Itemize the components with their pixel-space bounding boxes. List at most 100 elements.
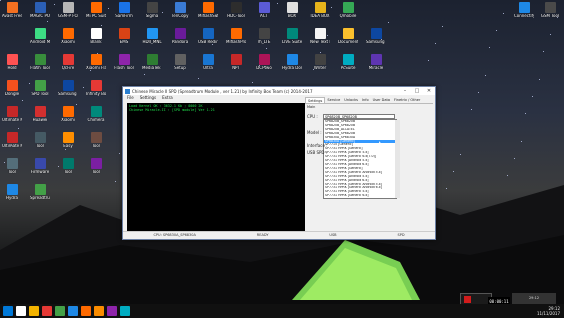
desktop-icon[interactable]: Documents: [338, 28, 358, 54]
desktop-icon[interactable]: PcSuite: [338, 54, 358, 80]
subtab-main[interactable]: Main: [307, 105, 433, 109]
system-tray-clock[interactable]: 29:12 11/11/2017: [537, 306, 564, 316]
desktop-icon[interactable]: Samsung Tool: [366, 28, 386, 54]
cpu-option[interactable]: SP7731 HPRK [Generic 6.x]: [324, 194, 396, 198]
desktop-icon[interactable]: Avast Free Antivirus: [2, 2, 22, 28]
desktop-icon[interactable]: Xiaomi Flash: [86, 54, 106, 80]
desktop-icon[interactable]: MiflashPro: [226, 28, 246, 54]
desktop-icon[interactable]: NPT: [226, 54, 246, 80]
desktop-icon[interactable]: MediaTek SP: [142, 54, 162, 80]
interface-label: Interface :: [307, 143, 328, 148]
desktop-icon[interactable]: HDII_MNL: [142, 28, 162, 54]
desktop-icon-label: HDC-Tool: [227, 14, 245, 18]
desktop-icon[interactable]: Pandora: [170, 28, 190, 54]
desktop-icon[interactable]: Miracle: [366, 54, 386, 80]
taskbar-app-button[interactable]: [107, 306, 117, 316]
desktop-icon[interactable]: Huawei: [30, 106, 50, 132]
desktop-icon[interactable]: Samsung Tool: [58, 80, 78, 106]
tab-unlocks[interactable]: Unlocks: [342, 97, 360, 103]
desktop-icon[interactable]: Hydra: [2, 184, 22, 210]
desktop-icon[interactable]: Xiaomi: [58, 106, 78, 132]
desktop-icon[interactable]: Tool: [58, 158, 78, 184]
desktop-icon[interactable]: MAGIC POK: [30, 2, 50, 28]
desktop-icon-label: Mi PC Suite: [86, 14, 106, 18]
close-button[interactable]: ✕: [423, 87, 435, 95]
app-icon: [62, 28, 74, 39]
desktop-icon[interactable]: Blank: [86, 28, 106, 54]
desktop-icon[interactable]: Mi PC Suite: [86, 2, 106, 28]
desktop-icon[interactable]: Setup: [170, 54, 190, 80]
dropdown-scrollbar[interactable]: [395, 120, 400, 199]
desktop-icon[interactable]: Infinity Box: [86, 80, 106, 106]
desktop-icon[interactable]: Tool: [86, 158, 106, 184]
desktop-icon[interactable]: Easy: [58, 132, 78, 158]
desktop-icon[interactable]: Ultimate Multi Tool: [2, 132, 22, 158]
minimize-button[interactable]: –: [399, 87, 411, 95]
desktop-icon[interactable]: SPD Tool: [30, 80, 50, 106]
record-stop-icon[interactable]: [464, 296, 471, 303]
desktop-icon[interactable]: TenCopy: [170, 2, 190, 28]
desktop-icon[interactable]: Spreadtrum: [30, 184, 50, 210]
desktop-icon[interactable]: Ultra: [198, 54, 218, 80]
menu-extra[interactable]: Extra: [162, 95, 173, 101]
desktop-icon[interactable]: Android MTK: [30, 28, 50, 54]
desktop-icon[interactable]: Sigma: [142, 2, 162, 28]
desktop-icon-label: SPD Tool: [31, 92, 49, 96]
desktop-icon[interactable]: Chimera: [86, 106, 106, 132]
desktop-icon[interactable]: Qmobile: [338, 2, 358, 28]
taskbar-app-button[interactable]: [42, 306, 52, 316]
desktop-icon[interactable]: DCPtwo: [254, 54, 274, 80]
desktop-icon[interactable]: QcFire: [58, 54, 78, 80]
desktop-icon[interactable]: Connectify Hotspot: [514, 2, 534, 28]
taskbar-app-button[interactable]: [81, 306, 91, 316]
desktop-icon[interactable]: Firmware: [30, 158, 50, 184]
desktop-icon[interactable]: Dongle: [2, 80, 22, 106]
desktop-icon[interactable]: rh_LTE: [254, 28, 274, 54]
tab-finetrix[interactable]: Finetrix / Other: [392, 97, 422, 103]
desktop-icon[interactable]: Tool: [86, 132, 106, 158]
desktop-icon[interactable]: GSM-P FOA: [58, 2, 78, 28]
tab-user-data[interactable]: User Data: [371, 97, 392, 103]
desktop-icon[interactable]: Writer: [310, 54, 330, 80]
desktop-icon[interactable]: Flash Tool: [30, 54, 50, 80]
desktop-icon[interactable]: EMS: [114, 28, 134, 54]
tab-settings[interactable]: Settings: [305, 97, 326, 103]
menu-settings[interactable]: Settings: [140, 95, 156, 101]
desktop-icon[interactable]: Xiaomi: [58, 28, 78, 54]
maximize-button[interactable]: □: [411, 87, 423, 95]
cpu-label: CPU :: [307, 114, 318, 119]
desktop-icon[interactable]: IDEA BOX: [310, 2, 330, 28]
desktop-icon[interactable]: MiflashSetup: [198, 2, 218, 28]
desktop-icon[interactable]: New Text Document: [310, 28, 330, 54]
desktop-icon[interactable]: Tool: [30, 132, 50, 158]
taskbar-app-button[interactable]: [55, 306, 65, 316]
desktop-icon[interactable]: BOX: [282, 2, 302, 28]
desktop-icon-label: Miracle: [368, 66, 384, 70]
desktop-icon[interactable]: Hydra Dongle: [282, 54, 302, 80]
desktop-icon[interactable]: GSM Tool: [540, 2, 560, 28]
taskbar-app-button[interactable]: [120, 306, 130, 316]
app-icon: [6, 158, 18, 169]
app-icon: [342, 54, 354, 65]
desktop-icon[interactable]: SamFirm: [114, 2, 134, 28]
start-button[interactable]: [3, 306, 13, 316]
desktop-icon[interactable]: USB Redirect: [198, 28, 218, 54]
tab-info[interactable]: Info: [360, 97, 371, 103]
menu-file[interactable]: File: [127, 95, 134, 101]
app-icon: [6, 80, 18, 91]
taskbar-app-button[interactable]: [68, 306, 78, 316]
taskbar-app-button[interactable]: [29, 306, 39, 316]
desktop-icon[interactable]: Hold: [2, 54, 22, 80]
desktop-icon[interactable]: Ultimate Multi Tool: [2, 106, 22, 132]
taskbar-app-button[interactable]: [94, 306, 104, 316]
desktop-icon[interactable]: Flash Tool: [114, 54, 134, 80]
app-icon: [62, 132, 74, 143]
desktop-icon[interactable]: ACT: [254, 2, 274, 28]
window-titlebar[interactable]: Chinese Miracle II SPD (Spreadtrum Modul…: [123, 87, 435, 95]
desktop-icon[interactable]: Tool: [2, 158, 22, 184]
app-icon: [34, 54, 46, 65]
taskbar-app-button[interactable]: [16, 306, 26, 316]
desktop-icon[interactable]: HDC-Tool: [226, 2, 246, 28]
desktop-icon[interactable]: LIVE Suite: [282, 28, 302, 54]
tab-service[interactable]: Service: [325, 97, 342, 103]
